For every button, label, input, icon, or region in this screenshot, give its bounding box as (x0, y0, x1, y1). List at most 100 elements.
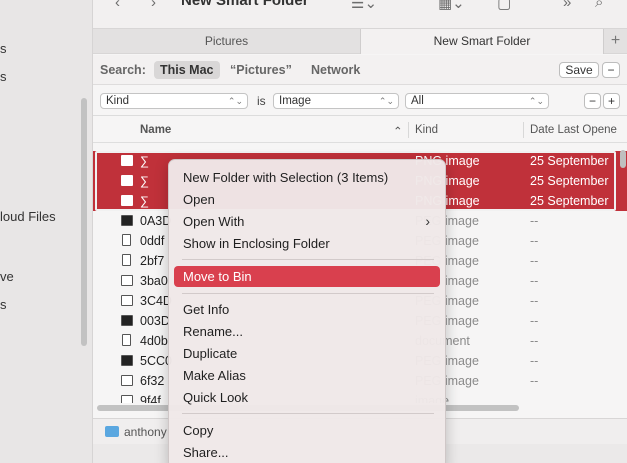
image-file-icon (121, 155, 133, 166)
more-chevron-icon[interactable]: » (563, 0, 571, 11)
menu-item-open[interactable]: Open (174, 189, 440, 210)
toolbar: ‹ › New Smart Folder ☰⌄ ▦⌄ ▢ » ⌕ (93, 0, 627, 28)
sidebar-item[interactable]: s (0, 41, 7, 56)
save-button[interactable]: Save (559, 62, 599, 78)
sidebar-scrollbar[interactable] (81, 98, 87, 346)
path-item-home[interactable]: anthony (124, 425, 167, 439)
tab-new-smart-folder[interactable]: New Smart Folder (361, 29, 603, 54)
window-title: New Smart Folder (181, 0, 309, 9)
column-name[interactable]: Name (140, 124, 171, 136)
menu-item-open-with[interactable]: Open With › (174, 211, 440, 232)
document-icon (122, 334, 131, 346)
tab-bar: Pictures New Smart Folder + (93, 28, 627, 54)
sidebar-item[interactable]: ve (0, 269, 14, 284)
search-scope-bar: Search: This Mac “Pictures” Network Save… (93, 55, 627, 85)
menu-item-rename[interactable]: Rename... (174, 321, 440, 342)
file-date: -- (530, 214, 539, 228)
qualifier-text: All (411, 95, 424, 107)
file-name: 4d0b (140, 334, 168, 348)
file-name: 6f32 (140, 374, 165, 388)
share-icon[interactable]: ▢ (497, 0, 511, 12)
add-tab-button[interactable]: + (603, 29, 627, 54)
file-name: 003D (140, 314, 170, 328)
group-icon[interactable]: ▦⌄ (438, 0, 465, 12)
file-date: 25 September (530, 194, 609, 208)
scope-network[interactable]: Network (305, 61, 366, 79)
search-criteria-row: Kind ⌃⌄ is Image ⌃⌄ All ⌃⌄ − + (93, 86, 627, 116)
value-popup[interactable]: Image ⌃⌄ (273, 93, 399, 109)
column-kind[interactable]: Kind (415, 124, 438, 136)
file-date: -- (530, 374, 539, 388)
column-header: Name ⌃ Kind Date Last Opene (93, 117, 627, 143)
list-view-icon[interactable]: ☰⌄ (351, 0, 377, 12)
column-date-last-opened[interactable]: Date Last Opene (530, 124, 617, 136)
value-text: Image (279, 95, 311, 107)
operator-label: is (257, 94, 266, 108)
menu-item-make-alias[interactable]: Make Alias (174, 365, 440, 386)
menu-item-show-in-enclosing-folder[interactable]: Show in Enclosing Folder (174, 233, 440, 254)
add-criterion-button[interactable]: + (603, 93, 620, 109)
sidebar-item[interactable]: s (0, 69, 7, 84)
menu-item-copy[interactable]: Copy (174, 420, 440, 441)
file-date: -- (530, 274, 539, 288)
image-file-icon (121, 395, 133, 403)
forward-arrow-icon[interactable]: › (151, 0, 156, 11)
remove-criterion-button[interactable]: − (584, 93, 601, 109)
updown-chevron-icon: ⌃⌄ (378, 96, 394, 106)
updown-chevron-icon: ⌃⌄ (528, 96, 544, 106)
image-file-icon (121, 295, 133, 306)
dark-image-icon (121, 355, 133, 366)
sidebar-item-icloud-files[interactable]: loud Files (0, 209, 56, 224)
dark-image-icon (121, 315, 133, 326)
column-divider[interactable] (408, 122, 409, 138)
file-date: -- (530, 294, 539, 308)
file-name: 0ddf (140, 234, 165, 248)
file-date: 25 September (530, 174, 609, 188)
file-name: ∑ (140, 194, 149, 208)
qualifier-popup[interactable]: All ⌃⌄ (405, 93, 549, 109)
file-date: -- (530, 314, 539, 328)
menu-item-move-to-bin[interactable]: Move to Bin (174, 266, 440, 287)
menu-item-label: Open With (183, 214, 245, 229)
vertical-scrollbar[interactable] (620, 150, 626, 168)
sidebar-item[interactable]: s (0, 297, 7, 312)
menu-item-duplicate[interactable]: Duplicate (174, 343, 440, 364)
file-name: 9f4f (140, 394, 161, 403)
document-icon (122, 234, 131, 246)
tab-pictures[interactable]: Pictures (93, 29, 361, 54)
menu-item-share[interactable]: Share... (174, 442, 440, 463)
menu-separator (182, 293, 434, 294)
menu-separator (182, 413, 434, 414)
document-icon (122, 254, 131, 266)
search-icon[interactable]: ⌕ (595, 0, 603, 11)
column-divider[interactable] (523, 122, 524, 138)
file-date: -- (530, 334, 539, 348)
remove-search-button[interactable]: − (602, 62, 620, 78)
home-folder-icon (105, 426, 119, 437)
submenu-chevron-icon: › (425, 213, 430, 229)
file-date: -- (530, 354, 539, 368)
search-label: Search: (100, 63, 146, 77)
image-file-icon (121, 195, 133, 206)
file-date: -- (530, 254, 539, 268)
attribute-popup[interactable]: Kind ⌃⌄ (100, 93, 248, 109)
updown-chevron-icon: ⌃⌄ (227, 96, 243, 106)
back-arrow-icon[interactable]: ‹ (115, 0, 120, 11)
sidebar: s s loud Files ve s (0, 0, 93, 463)
menu-separator (182, 259, 434, 260)
scope-this-mac[interactable]: This Mac (154, 61, 220, 79)
file-name: 0A3D (140, 214, 172, 228)
menu-item-quick-look[interactable]: Quick Look (174, 387, 440, 408)
menu-item-get-info[interactable]: Get Info (174, 299, 440, 320)
file-name: 3ba0 (140, 274, 168, 288)
image-file-icon (121, 375, 133, 386)
image-file-icon (121, 275, 133, 286)
file-name: ∑ (140, 154, 149, 168)
image-file-icon (121, 175, 133, 186)
scope-pictures[interactable]: “Pictures” (224, 61, 298, 79)
menu-item-new-folder-with-selection[interactable]: New Folder with Selection (3 Items) (174, 167, 440, 188)
file-date: -- (530, 234, 539, 248)
file-date: 25 September (530, 154, 609, 168)
sort-chevron-icon: ⌃ (393, 126, 403, 138)
attribute-value: Kind (106, 95, 130, 107)
